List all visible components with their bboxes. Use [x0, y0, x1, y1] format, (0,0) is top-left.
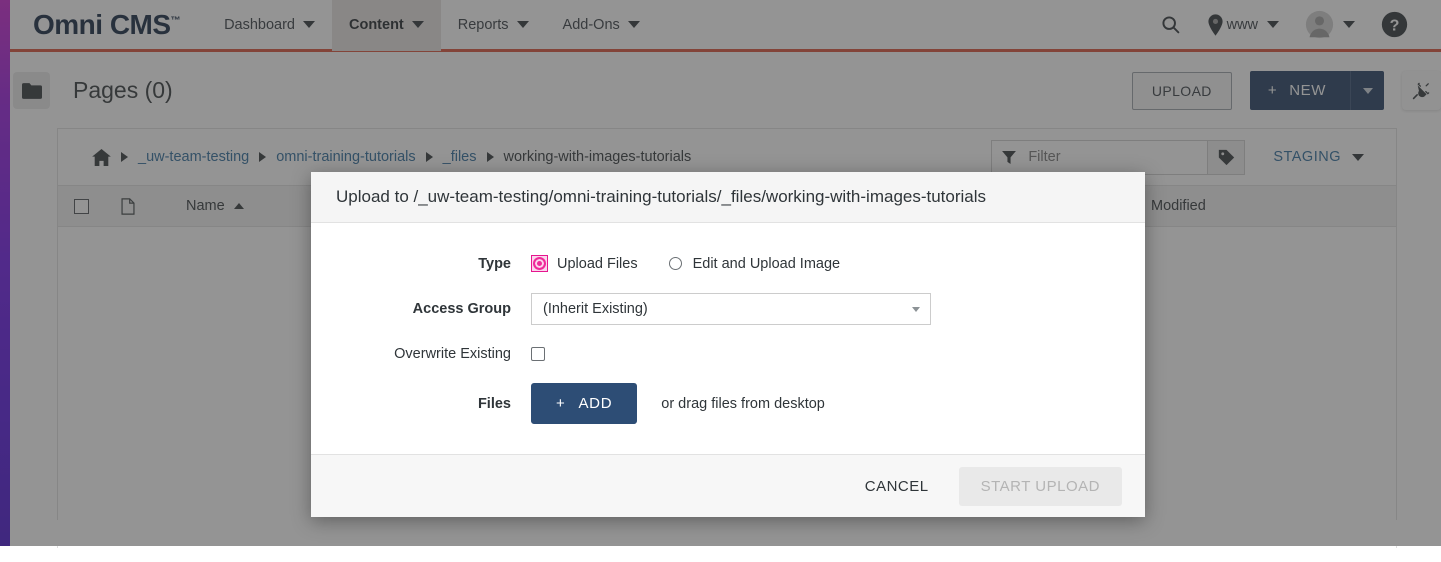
- type-radio-group: Upload Files Edit and Upload Image: [531, 255, 840, 272]
- dialog-body: Type Upload Files Edit and Upload Image …: [311, 223, 1145, 454]
- access-group-value: (Inherit Existing): [543, 301, 648, 317]
- cancel-button[interactable]: CANCEL: [857, 470, 937, 503]
- form-row-type: Type Upload Files Edit and Upload Image: [311, 255, 1145, 272]
- chevron-down-icon: [912, 307, 920, 312]
- form-row-access-group: Access Group (Inherit Existing): [311, 293, 1145, 325]
- start-upload-button[interactable]: START UPLOAD: [959, 467, 1122, 506]
- overwrite-existing-checkbox[interactable]: [531, 347, 545, 361]
- plus-icon: +: [556, 395, 565, 412]
- add-files-button[interactable]: + ADD: [531, 383, 637, 424]
- radio-label: Upload Files: [557, 256, 638, 272]
- dialog-title: Upload to /_uw-team-testing/omni-trainin…: [336, 187, 986, 207]
- form-row-overwrite: Overwrite Existing: [311, 346, 1145, 362]
- overwrite-existing-label: Overwrite Existing: [311, 346, 531, 362]
- files-control: + ADD or drag files from desktop: [531, 383, 825, 424]
- files-label: Files: [311, 396, 531, 412]
- radio-edit-and-upload-image[interactable]: Edit and Upload Image: [667, 255, 841, 272]
- radio-label: Edit and Upload Image: [693, 256, 841, 272]
- radio-upload-files[interactable]: Upload Files: [531, 255, 638, 272]
- add-button-label: ADD: [578, 395, 612, 412]
- radio-unselected-icon: [669, 257, 682, 270]
- type-label: Type: [311, 256, 531, 272]
- access-group-control: (Inherit Existing): [531, 293, 931, 325]
- drag-files-hint: or drag files from desktop: [661, 396, 825, 412]
- overwrite-control: [531, 347, 545, 361]
- dialog-header: Upload to /_uw-team-testing/omni-trainin…: [311, 172, 1145, 223]
- access-group-select[interactable]: (Inherit Existing): [531, 293, 931, 325]
- upload-dialog: Upload to /_uw-team-testing/omni-trainin…: [311, 172, 1145, 517]
- access-group-label: Access Group: [311, 301, 531, 317]
- form-row-files: Files + ADD or drag files from desktop: [311, 383, 1145, 424]
- radio-selected-icon: [531, 255, 548, 272]
- dialog-footer: CANCEL START UPLOAD: [311, 454, 1145, 517]
